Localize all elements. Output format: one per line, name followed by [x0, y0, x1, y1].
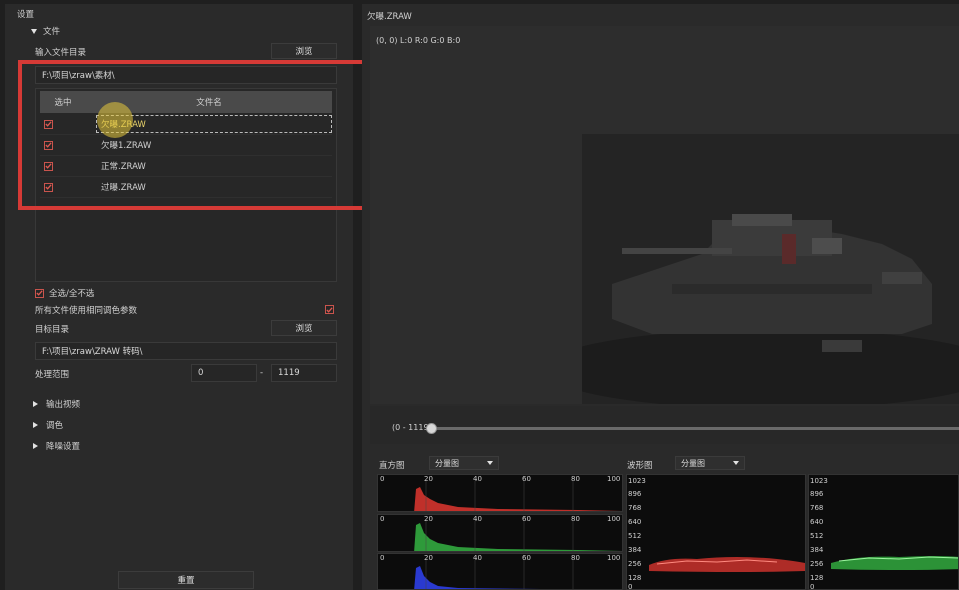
timeline-track[interactable]	[430, 427, 959, 430]
waveform-label: 波形图	[627, 461, 653, 471]
waveform-mode-value: 分量图	[681, 458, 705, 468]
chevron-down-icon	[733, 461, 739, 465]
waveform-green: 1023 896 768 640 512 384 256 128 0	[808, 474, 959, 590]
settings-title: 设置	[17, 10, 35, 20]
histogram-green: 0 20 40 60 80 100	[377, 514, 623, 552]
range-dash: -	[260, 368, 264, 378]
settings-panel: 设置 文件 输入文件目录 浏览 F:\项目\zraw\素材\ 选中 文件名 欠曝…	[5, 4, 373, 590]
section-denoise[interactable]: 降噪设置	[33, 440, 80, 452]
section-color[interactable]: 调色	[33, 419, 63, 431]
range-from-input[interactable]: 0	[191, 364, 257, 382]
histogram-blue: 0 20 40 60 80 100	[377, 553, 623, 590]
input-dir-label: 输入文件目录	[35, 48, 87, 58]
preview-title: 欠曝.ZRAW	[367, 12, 412, 22]
preview-panel: 欠曝.ZRAW (0, 0) L:0 R:0 G:0 B:0 (0 - 1119…	[362, 4, 959, 590]
reset-button[interactable]: 重置	[118, 571, 254, 589]
section-label: 调色	[46, 421, 64, 431]
preview-canvas[interactable]: (0, 0) L:0 R:0 G:0 B:0	[370, 26, 959, 404]
chevron-right-icon	[33, 443, 38, 449]
chevron-down-icon	[31, 28, 37, 34]
browse-input-button[interactable]: 浏览	[271, 43, 337, 59]
target-dir-label: 目标目录	[35, 325, 70, 335]
chevron-right-icon	[33, 401, 38, 407]
select-all-toggle[interactable]: 全选/全不选	[35, 287, 94, 299]
histogram-label: 直方图	[379, 461, 405, 471]
same-params-label: 所有文件使用相同调色参数	[35, 306, 138, 316]
same-params-checkbox[interactable]	[325, 305, 334, 314]
range-label: 处理范围	[35, 370, 70, 380]
browse-target-button[interactable]: 浏览	[271, 320, 337, 336]
chevron-down-icon	[487, 461, 493, 465]
pixel-info: (0, 0) L:0 R:0 G:0 B:0	[376, 36, 461, 45]
section-label: 输出视频	[46, 400, 81, 410]
file-group-toggle[interactable]: 文件	[31, 25, 60, 37]
section-label: 降噪设置	[46, 442, 81, 452]
histogram-mode-value: 分量图	[435, 458, 459, 468]
timeline-handle[interactable]	[426, 423, 437, 434]
range-to-input[interactable]: 1119	[271, 364, 337, 382]
section-output-video[interactable]: 输出视频	[33, 398, 80, 410]
target-path-field[interactable]: F:\项目\zraw\ZRAW 转码\	[35, 342, 337, 360]
histogram-red: 0 20 40 60 80 100	[377, 474, 623, 512]
timeline: (0 - 1119)	[370, 406, 959, 444]
video-frame	[582, 134, 959, 404]
file-group-label: 文件	[43, 27, 61, 37]
select-all-checkbox[interactable]	[35, 288, 44, 298]
waveform-red: 1023 896 768 640 512 384 256 128 0	[626, 474, 806, 590]
select-all-label: 全选/全不选	[49, 289, 95, 299]
tank-model-image	[582, 214, 959, 404]
waveform-mode-dropdown[interactable]: 分量图	[675, 456, 745, 470]
histogram-mode-dropdown[interactable]: 分量图	[429, 456, 499, 470]
annotation-box	[18, 60, 373, 210]
chevron-right-icon	[33, 422, 38, 428]
